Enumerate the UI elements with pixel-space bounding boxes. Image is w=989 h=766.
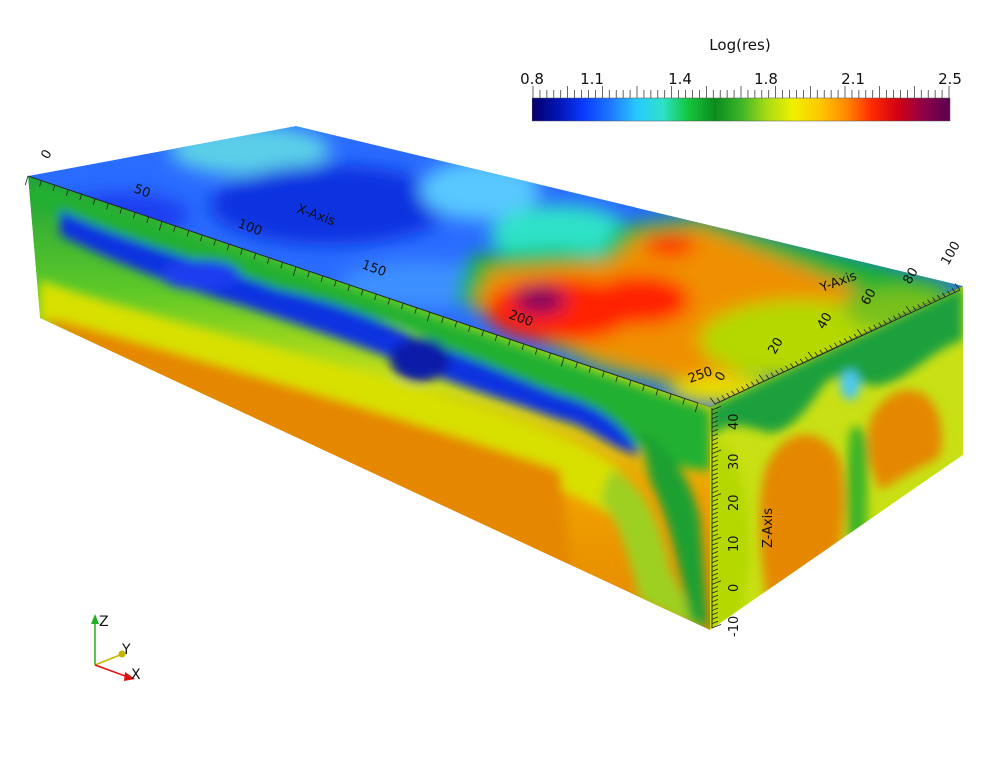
z-tick-label-20: 20	[727, 494, 742, 511]
z-tick-label-neg10: -10	[727, 616, 742, 637]
y-direction-line	[94, 654, 121, 666]
orientation-axes: Z Y X	[91, 614, 141, 683]
x-triad-label: X	[131, 667, 141, 683]
x-tick-label-0: 0	[38, 147, 55, 162]
colorbar	[532, 86, 951, 122]
y-triad-label: Y	[121, 642, 131, 658]
z-tick-label-0: 0	[727, 584, 742, 592]
colorbar-title: Log(res)	[709, 36, 771, 54]
z-arrow-icon	[91, 614, 99, 624]
colorbar-gradient	[532, 97, 951, 122]
x-tick-mark	[24, 175, 29, 186]
z-axis-title: Z-Axis	[761, 508, 776, 548]
z-tick-label-10: 10	[727, 535, 742, 552]
z-tick-label-30: 30	[727, 453, 742, 470]
z-tick-label-40: 40	[727, 413, 742, 430]
x-direction-line	[94, 664, 129, 678]
y-tick-label-100: 100	[938, 239, 963, 268]
z-triad-label: Z	[99, 614, 109, 630]
